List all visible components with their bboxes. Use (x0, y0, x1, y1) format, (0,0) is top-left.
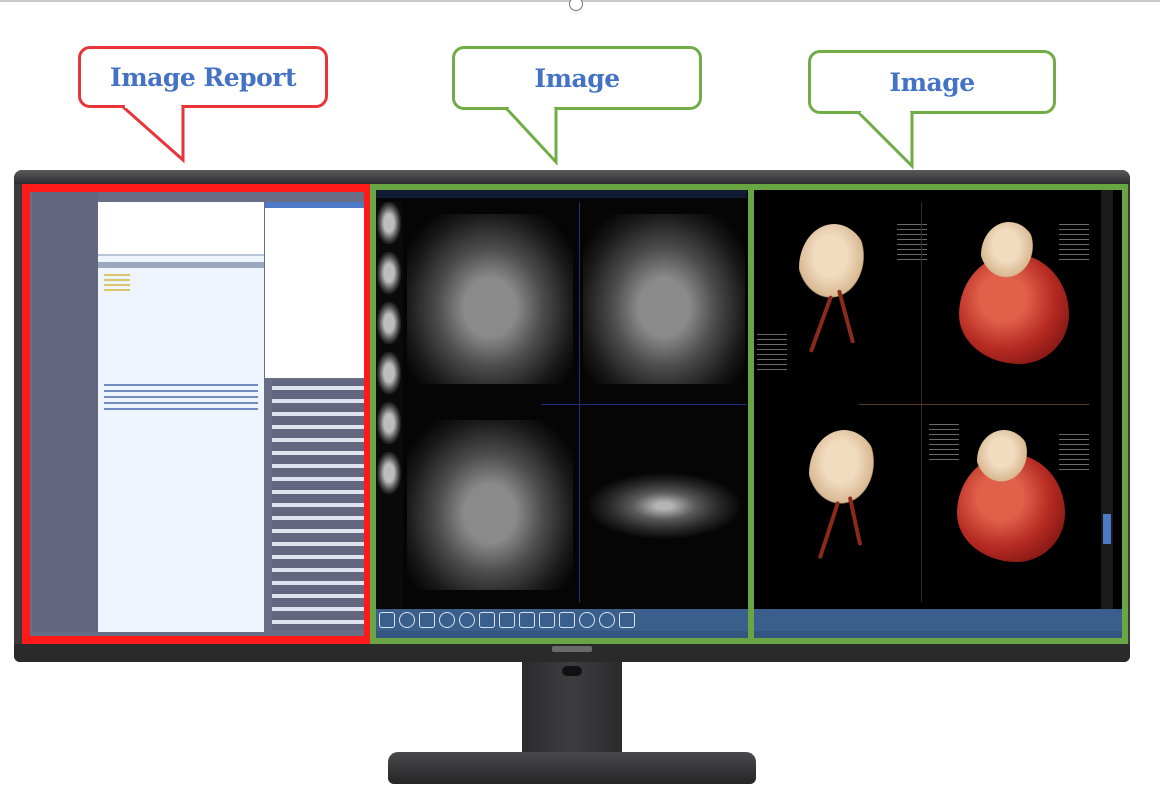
callout-tail-image-left (504, 106, 558, 166)
monitor-top-edge (14, 170, 1130, 184)
callout-tail-report (121, 104, 185, 164)
monitor-stand-base (388, 752, 756, 784)
callout-image-left-label: Image (534, 63, 620, 93)
drag-handle-icon[interactable] (569, 0, 583, 11)
callout-image-report-label: Image Report (110, 62, 297, 92)
callout-image-report: Image Report (78, 46, 328, 108)
image-highlight-frame-right (748, 184, 1128, 644)
monitor-stand-neck (522, 662, 622, 758)
cable-hole-icon (562, 666, 582, 676)
callout-tail-image-right (856, 110, 914, 170)
image-highlight-frame-left (370, 184, 754, 644)
monitor-brand-logo (552, 646, 592, 652)
callout-image-left: Image (452, 46, 702, 110)
callout-image-right-label: Image (889, 67, 975, 97)
image-report-highlight-frame (22, 184, 372, 644)
callout-image-right: Image (808, 50, 1056, 114)
